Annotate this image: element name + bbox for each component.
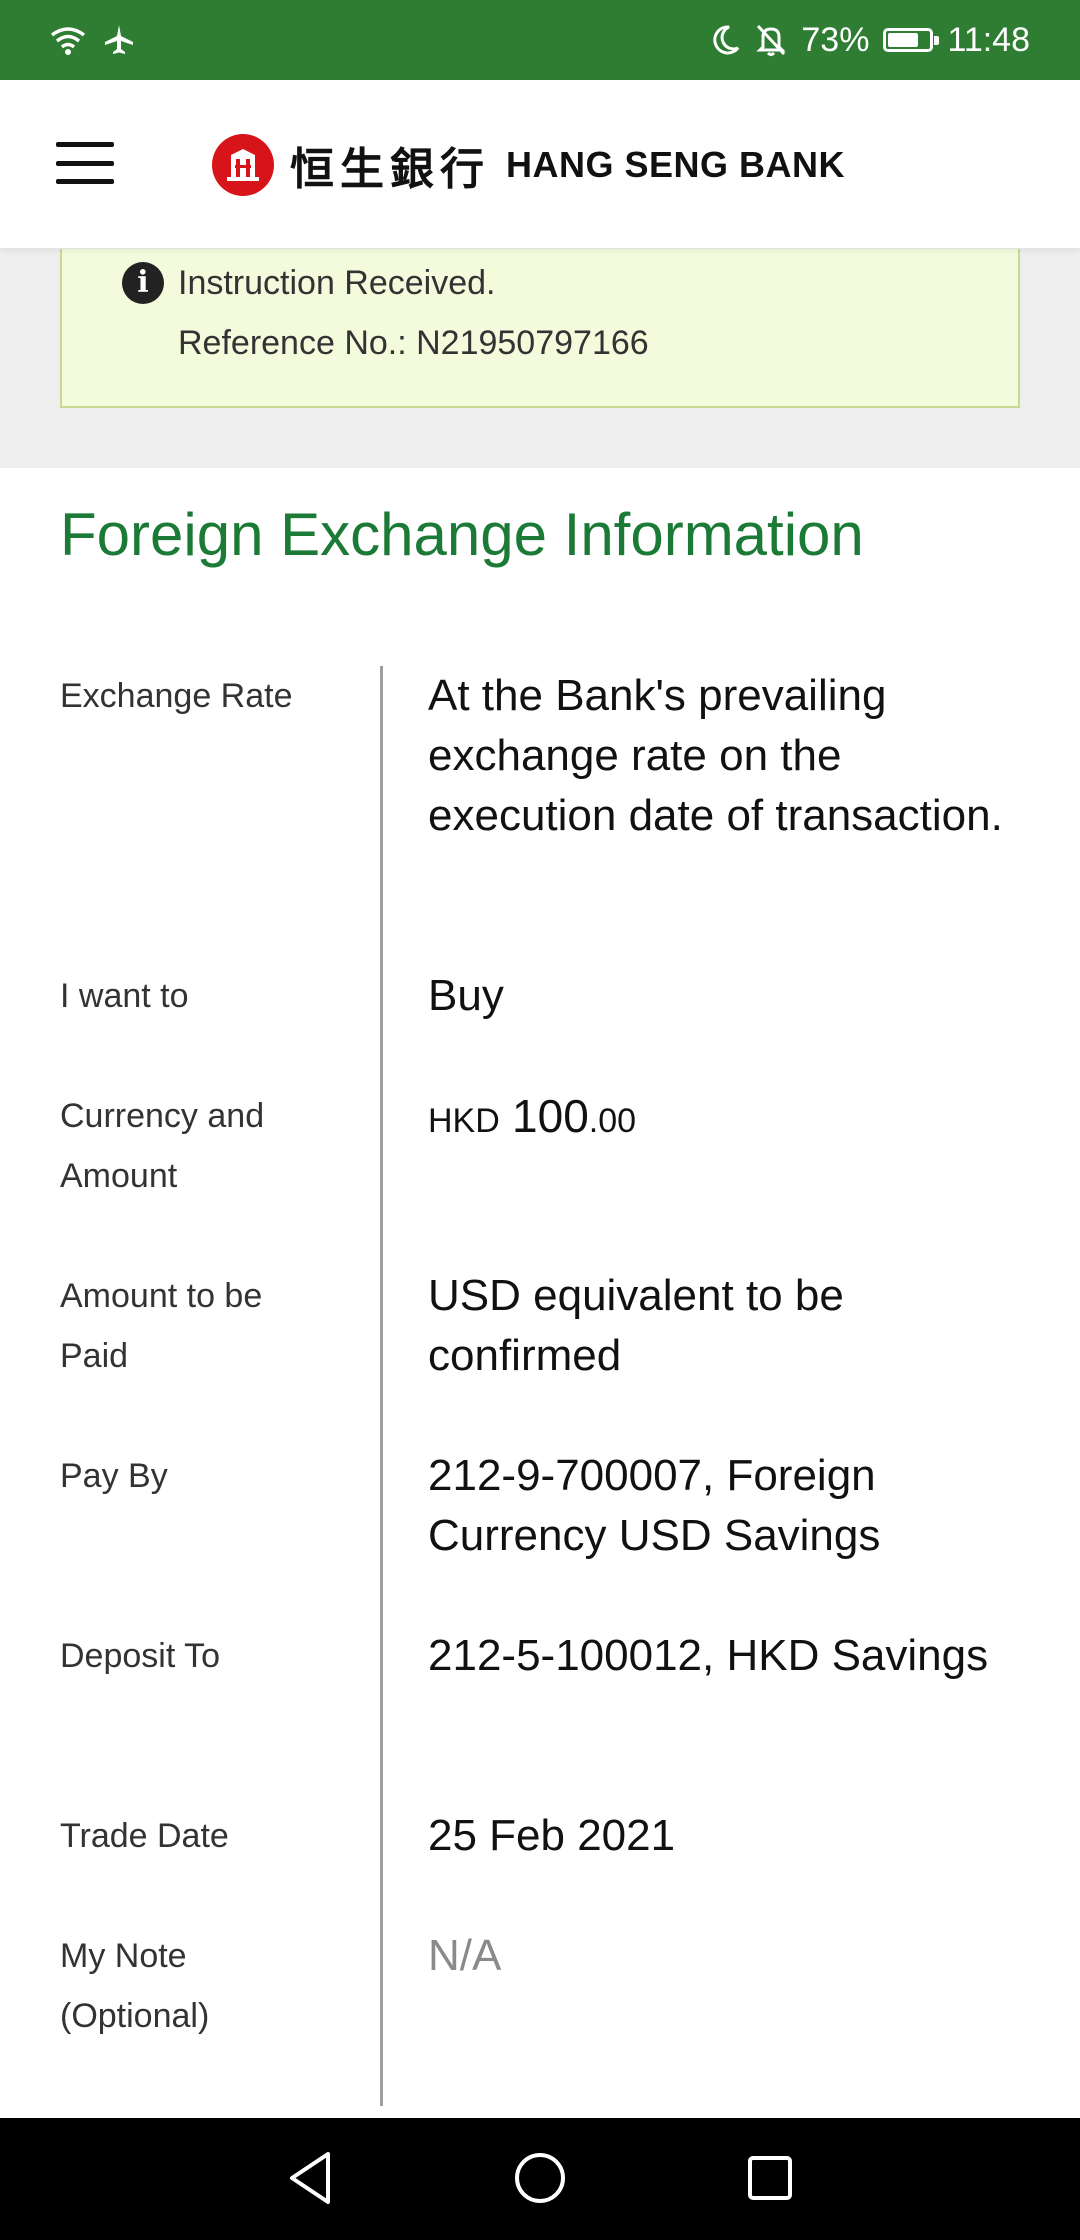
reference-number: Reference No.: N21950797166 xyxy=(178,324,649,362)
page-title: Foreign Exchange Information xyxy=(60,501,864,568)
menu-line xyxy=(56,142,114,147)
battery-percentage: 73% xyxy=(801,20,870,59)
bank-logo[interactable]: 恒生銀行 HANG SENG BANK xyxy=(212,130,845,200)
row-label: Exchange Rate xyxy=(60,677,293,715)
menu-line xyxy=(56,179,114,184)
row-label: I want to xyxy=(60,977,189,1015)
logo-chinese-text: 恒生銀行 xyxy=(290,144,490,195)
hang-seng-logo-icon xyxy=(212,134,274,196)
menu-button[interactable] xyxy=(56,142,114,184)
row-label: Currency and Amount xyxy=(60,1097,265,1195)
amount-decimal: .00 xyxy=(588,1102,637,1140)
airplane-icon xyxy=(105,25,133,54)
moon-icon xyxy=(713,25,740,55)
notice-message: Instruction Received. xyxy=(178,264,496,302)
status-bar: 73% 11:48 xyxy=(0,0,1080,80)
status-left xyxy=(48,23,136,57)
row-value: 212-9-700007, Foreign Currency USD Savin… xyxy=(428,1451,881,1560)
details-divider xyxy=(380,666,383,2106)
row-label: Deposit To xyxy=(60,1637,221,1675)
app-header: 恒生銀行 HANG SENG BANK xyxy=(0,80,1080,249)
row-label: My Note (Optional) xyxy=(60,1937,210,2035)
menu-line xyxy=(56,160,114,166)
clock: 11:48 xyxy=(947,20,1030,59)
battery-fill xyxy=(888,33,918,47)
logo-english-text: HANG SENG BANK xyxy=(506,144,846,185)
row-label: Trade Date xyxy=(60,1817,229,1855)
info-icon: i xyxy=(122,262,164,304)
row-value: At the Bank's prevailing exchange rate o… xyxy=(428,671,1003,840)
back-icon[interactable] xyxy=(284,2148,336,2208)
row-value: N/A xyxy=(428,1931,502,1980)
battery-icon xyxy=(883,28,940,52)
row-value: HKD 100.00 xyxy=(428,1086,1028,1151)
recent-apps-icon[interactable] xyxy=(744,2148,796,2208)
row-value: Buy xyxy=(428,971,504,1020)
home-icon[interactable] xyxy=(512,2148,568,2208)
row-value: USD equivalent to be confirmed xyxy=(428,1271,844,1380)
row-label: Amount to be Paid xyxy=(60,1277,263,1375)
instruction-received-notice: i Instruction Received. Reference No.: N… xyxy=(60,248,1020,408)
wifi-icon xyxy=(50,27,86,55)
row-value: 25 Feb 2021 xyxy=(428,1811,676,1860)
system-navigation-bar xyxy=(0,2118,1080,2240)
status-right: 73% 11:48 xyxy=(711,21,1030,60)
row-value: 212-5-100012, HKD Savings xyxy=(428,1631,989,1680)
row-label: Pay By xyxy=(60,1457,168,1495)
currency-code: HKD xyxy=(428,1102,500,1140)
bell-muted-icon xyxy=(756,24,786,56)
amount-integer: 100 xyxy=(512,1090,589,1142)
notice-band: i Instruction Received. Reference No.: N… xyxy=(0,248,1080,468)
